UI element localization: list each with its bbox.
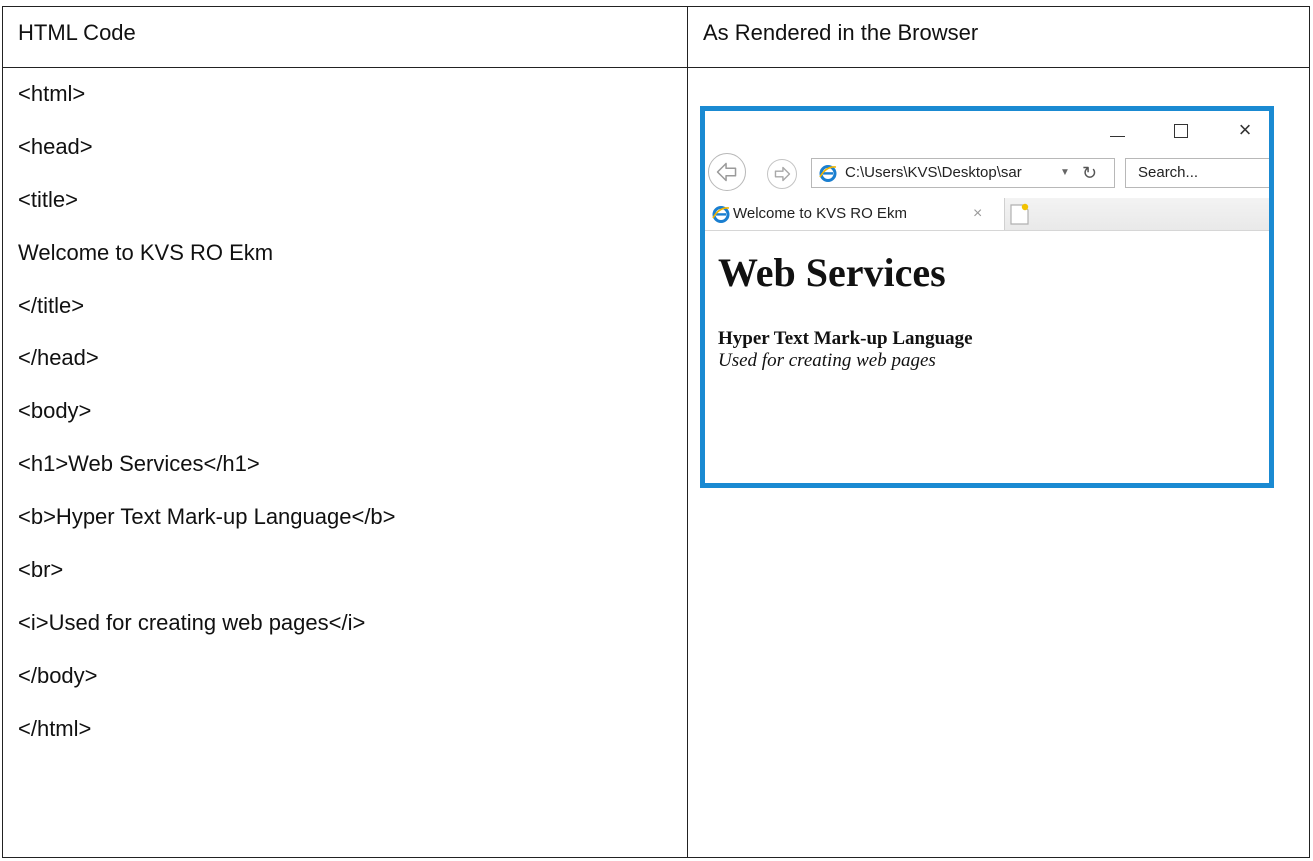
close-button[interactable]: × xyxy=(1225,115,1265,145)
dropdown-icon[interactable]: ▼ xyxy=(1060,159,1070,187)
browser-window: × C:\Users\KVS\Desktop\sar ▼ ↻ Search...… xyxy=(700,106,1274,488)
address-bar[interactable]: C:\Users\KVS\Desktop\sar ▼ ↻ xyxy=(811,158,1115,188)
ie-tab-icon xyxy=(712,206,730,223)
maximize-button[interactable] xyxy=(1161,115,1201,145)
code-line: </html> xyxy=(18,715,92,741)
code-line: <br> xyxy=(18,557,64,583)
maximize-icon xyxy=(1174,123,1188,138)
header-as-rendered: As Rendered in the Browser xyxy=(687,6,1310,68)
window-titlebar: × xyxy=(705,111,1269,149)
code-line: </head> xyxy=(18,345,99,371)
new-tab-icon[interactable] xyxy=(1007,202,1033,226)
back-arrow-icon xyxy=(716,162,737,182)
navigation-bar: C:\Users\KVS\Desktop\sar ▼ ↻ Search... xyxy=(705,151,1269,193)
comparison-table: HTML Code As Rendered in the Browser <ht… xyxy=(2,6,1310,858)
code-line: <i>Used for creating web pages</i> xyxy=(18,609,366,635)
code-line: <b>Hyper Text Mark-up Language</b> xyxy=(18,504,396,530)
refresh-icon[interactable]: ↻ xyxy=(1082,159,1097,187)
page-content: Web Services Hyper Text Mark-up Language… xyxy=(705,231,1269,483)
ie-logo-icon xyxy=(819,165,837,182)
forward-arrow-icon xyxy=(774,166,791,182)
forward-button[interactable] xyxy=(767,159,797,189)
code-line: </title> xyxy=(18,292,85,318)
back-button[interactable] xyxy=(708,153,746,191)
close-icon: × xyxy=(1238,117,1252,142)
code-line: <head> xyxy=(18,133,93,159)
header-html-code: HTML Code xyxy=(2,6,688,68)
code-line: <html> xyxy=(18,81,86,106)
italic-text: Used for creating web pages xyxy=(718,350,936,371)
code-cell: <html> <head> <title> Welcome to KVS RO Ekm… xyxy=(2,67,688,858)
browser-tab[interactable]: Welcome to KVS RO Ekm × xyxy=(705,198,1005,230)
tab-strip: Welcome to KVS RO Ekm × xyxy=(705,198,1269,231)
minimize-button[interactable] xyxy=(1097,115,1137,145)
address-url: C:\Users\KVS\Desktop\sar xyxy=(845,164,1022,181)
minimize-icon xyxy=(1109,135,1125,138)
page-heading: Web Services xyxy=(718,250,946,295)
code-line: </body> xyxy=(18,662,98,688)
code-line: <title> xyxy=(18,186,78,212)
code-line: <h1>Web Services</h1> xyxy=(18,451,260,477)
search-box[interactable]: Search... xyxy=(1125,158,1269,188)
code-line: <body> xyxy=(18,398,92,424)
search-placeholder: Search... xyxy=(1138,164,1199,181)
content-row: <html> <head> <title> Welcome to KVS RO Ekm… xyxy=(2,67,1310,858)
header-row: HTML Code As Rendered in the Browser xyxy=(2,6,1310,68)
rendered-cell: × C:\Users\KVS\Desktop\sar ▼ ↻ Search...… xyxy=(687,67,1310,858)
tab-title: Welcome to KVS RO Ekm xyxy=(733,205,907,222)
code-line: Welcome to KVS RO Ekm xyxy=(18,239,274,265)
code-listing: <html> <head> <title> Welcome to KVS RO Ekm… xyxy=(3,68,687,756)
tab-close-icon[interactable]: × xyxy=(973,198,982,230)
bold-text: Hyper Text Mark-up Language xyxy=(718,328,973,349)
